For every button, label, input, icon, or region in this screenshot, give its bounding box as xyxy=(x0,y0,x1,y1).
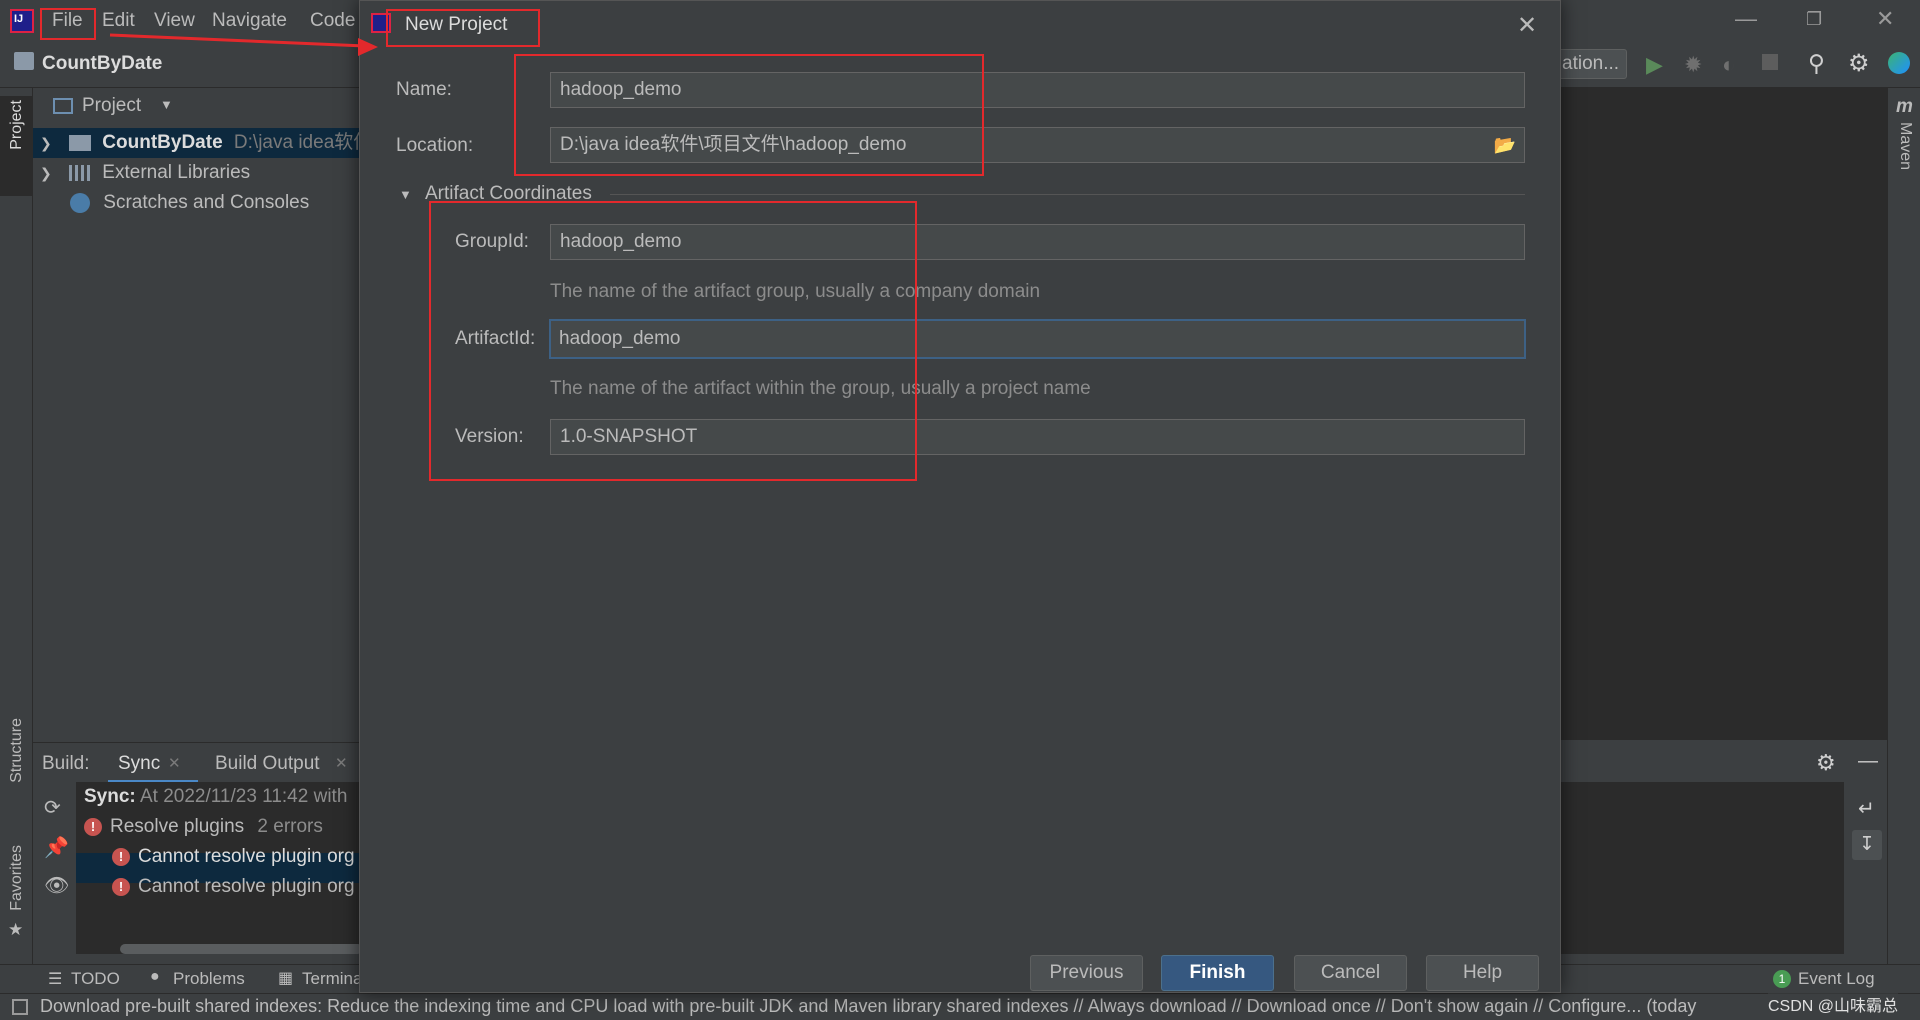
annotation-arrow xyxy=(109,33,378,56)
